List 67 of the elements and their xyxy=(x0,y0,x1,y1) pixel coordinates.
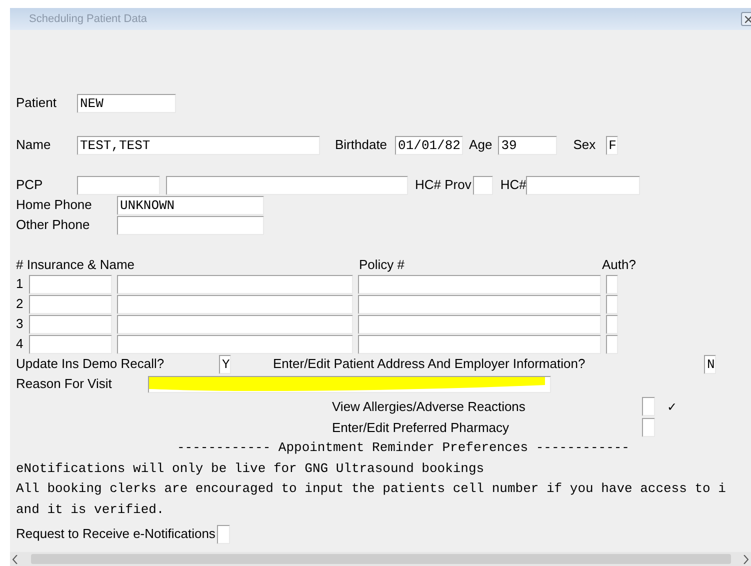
field-label: 3 xyxy=(16,315,24,334)
input-field[interactable]: UNKNOWN xyxy=(117,196,264,214)
field-label: Request to Receive e-Notifications xyxy=(16,525,216,544)
input-field[interactable] xyxy=(358,274,601,294)
input-field[interactable] xyxy=(526,176,640,194)
field-label: PCP xyxy=(16,176,44,194)
input-field[interactable] xyxy=(77,176,160,194)
scroll-right-icon[interactable] xyxy=(743,554,749,564)
field-label: Sex xyxy=(573,136,596,154)
input-field[interactable] xyxy=(606,314,618,334)
input-field[interactable]: NEW xyxy=(77,94,176,112)
input-field[interactable] xyxy=(606,274,618,294)
field-label: 4 xyxy=(16,335,24,354)
section-heading: ------------ Appointment Reminder Preferences ------------ xyxy=(177,439,630,457)
notice-text: eNotifications will only be live for GNG Ultrasound bookings xyxy=(16,460,484,478)
input-field[interactable] xyxy=(117,334,353,354)
input-field[interactable] xyxy=(473,176,494,194)
field-label: Policy # xyxy=(359,256,406,274)
input-field[interactable]: 39 xyxy=(498,136,558,154)
input-field[interactable] xyxy=(29,334,112,354)
input-field[interactable]: Y xyxy=(219,354,231,374)
input-field[interactable] xyxy=(117,274,353,294)
field-label: HC# xyxy=(500,176,526,194)
input-field[interactable] xyxy=(166,176,408,194)
input-field[interactable]: F xyxy=(606,136,618,154)
window-title: Scheduling Patient Data xyxy=(29,12,148,27)
field-label: HC# Prov xyxy=(415,176,472,194)
field-label: Enter/Edit Patient Address And Employer Information? xyxy=(273,355,586,374)
checkmark: ✓ xyxy=(667,398,677,416)
field-label: Other Phone xyxy=(16,216,91,234)
field-label: Reason For Visit xyxy=(16,375,113,394)
field-label: Birthdate xyxy=(335,136,388,154)
input-field[interactable] xyxy=(358,294,601,314)
field-label: Auth? xyxy=(602,256,636,274)
input-field[interactable] xyxy=(606,334,618,354)
field-label: Enter/Edit Preferred Pharmacy xyxy=(332,418,510,437)
checkbox[interactable] xyxy=(642,418,655,437)
input-field[interactable] xyxy=(117,314,353,334)
input-field[interactable]: TEST,TEST xyxy=(77,136,320,154)
field-label: Age xyxy=(469,136,492,154)
input-field[interactable] xyxy=(29,274,112,294)
field-label: 1 xyxy=(16,275,24,294)
notice-text: and it is verified. xyxy=(16,500,164,518)
input-field[interactable] xyxy=(29,314,112,334)
field-label: View Allergies/Adverse Reactions xyxy=(332,398,526,416)
field-label: Patient xyxy=(16,94,58,112)
input-field[interactable]: 01/01/82 xyxy=(395,136,464,154)
checkbox[interactable] xyxy=(642,397,655,416)
field-label: Home Phone xyxy=(16,196,93,214)
field-label: 2 xyxy=(16,295,24,314)
scroll-left-icon[interactable] xyxy=(12,554,18,564)
input-field[interactable] xyxy=(358,334,601,354)
checkbox[interactable] xyxy=(217,524,230,544)
field-label: Update Ins Demo Recall? xyxy=(16,355,166,374)
close-button[interactable] xyxy=(741,12,751,26)
close-icon xyxy=(744,16,751,22)
field-label: # Insurance & Name xyxy=(16,256,136,274)
input-field[interactable] xyxy=(117,294,353,314)
field-label: Name xyxy=(16,136,52,154)
horizontal-scrollbar[interactable] xyxy=(10,552,751,566)
input-field[interactable] xyxy=(29,294,112,314)
input-field[interactable]: N xyxy=(704,354,716,374)
input-field[interactable] xyxy=(117,216,264,234)
notice-text: All booking clerks are encouraged to input the patients cell number if you have access to i xyxy=(16,480,726,498)
input-field[interactable] xyxy=(606,294,618,314)
input-field[interactable] xyxy=(358,314,601,334)
scrollbar-thumb[interactable] xyxy=(30,554,730,564)
